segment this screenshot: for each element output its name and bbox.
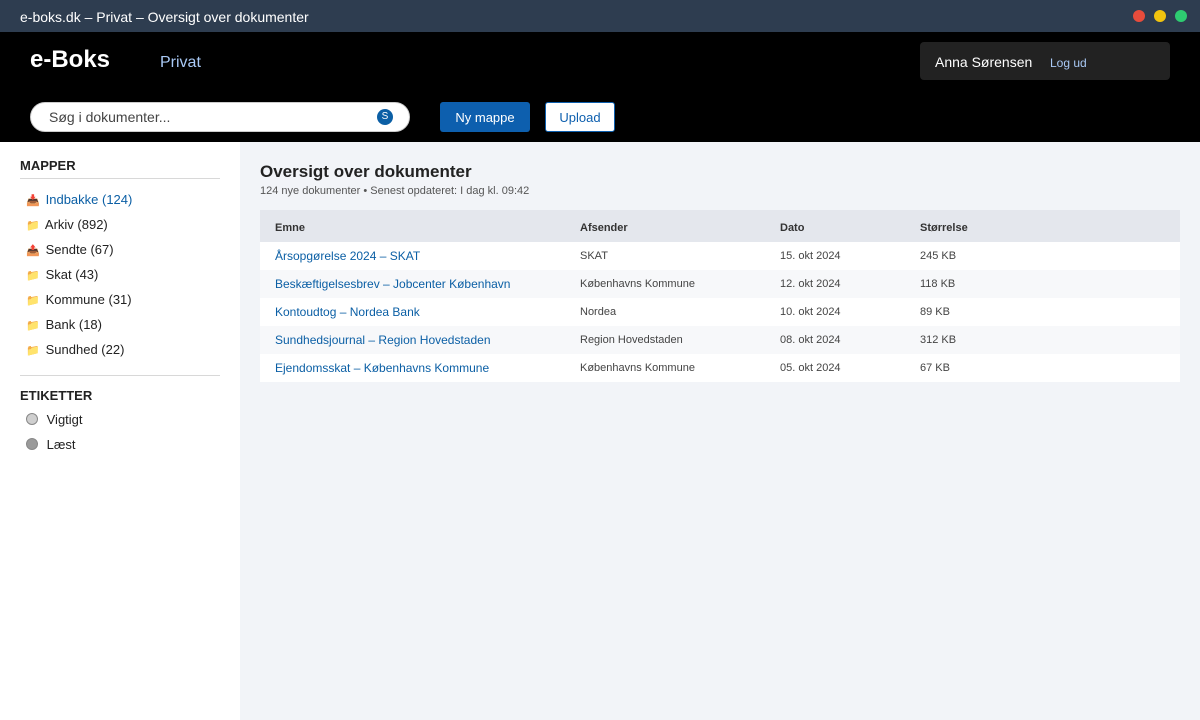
document-date: 15. okt 2024 [780,250,841,262]
sidebar-item-label: Kommune (31) [45,292,132,307]
sidebar-item-label: Vigtigt [46,412,83,427]
tag-dot-icon [26,413,38,425]
documents-table: Emne Afsender Dato Størrelse Årsopgørels… [260,210,1180,382]
column-header-date[interactable]: Dato [780,222,804,234]
folder-icon: 📁 [26,270,40,282]
sidebar-item-bank[interactable]: 📁 Bank (18) [24,317,102,337]
sidebar-item-archive[interactable]: 📁 Arkiv (892) [24,217,108,237]
table-row[interactable]: Beskæftigelsesbrev – Jobcenter København… [260,270,1180,298]
tags-heading: ETIKETTER [20,388,93,403]
search-icon[interactable]: S [377,109,393,125]
search-box: S [30,102,410,132]
tag-dot-icon [26,438,38,450]
folder-icon: 📁 [26,220,40,232]
sidebar-item-label: Skat (43) [45,267,99,282]
folder-icon: 📁 [26,345,40,357]
sidebar-item-label: Arkiv (892) [44,217,108,232]
document-size: 312 KB [920,334,957,346]
sent-icon: 📤 [26,245,40,257]
table-row[interactable]: Årsopgørelse 2024 – SKAT SKAT 15. okt 20… [260,242,1180,270]
document-date: 10. okt 2024 [780,306,841,318]
document-subject-link[interactable]: Ejendomsskat – Københavns Kommune [275,361,489,375]
document-size: 89 KB [920,306,950,318]
sidebar-tag-important[interactable]: Vigtigt [24,412,83,432]
table-row[interactable]: Kontoudtog – Nordea Bank Nordea 10. okt … [260,298,1180,326]
table-row[interactable]: Sundhedsjournal – Region Hovedstaden Reg… [260,326,1180,354]
sidebar-item-label: Sundhed (22) [45,342,125,357]
document-subject-link[interactable]: Beskæftigelsesbrev – Jobcenter København [275,277,510,291]
document-subject-link[interactable]: Kontoudtog – Nordea Bank [275,305,420,319]
main-content: Oversigt over dokumenter 124 nye dokumen… [240,142,1200,720]
window-title: e-boks.dk – Privat – Oversigt over dokum… [20,9,309,25]
document-sender: SKAT [580,250,608,262]
document-subject-link[interactable]: Sundhedsjournal – Region Hovedstaden [275,333,491,347]
sidebar-item-inbox[interactable]: 📥 Indbakke (124) [24,192,132,212]
logout-link[interactable]: Log ud [1050,56,1087,70]
upload-button[interactable]: Upload [545,102,615,132]
document-sender: Region Hovedstaden [580,334,683,346]
document-date: 08. okt 2024 [780,334,841,346]
document-size: 118 KB [920,278,956,290]
table-row[interactable]: Ejendomsskat – Københavns Kommune Københ… [260,354,1180,382]
document-sender: Nordea [580,306,617,318]
maximize-window-button[interactable] [1175,10,1187,22]
document-date: 12. okt 2024 [780,278,841,290]
inbox-icon: 📥 [26,195,40,207]
column-header-sender[interactable]: Afsender [580,222,628,234]
close-window-button[interactable] [1133,10,1145,22]
sidebar-tag-read[interactable]: Læst [24,437,76,457]
document-size: 245 KB [920,250,957,262]
sidebar-item-label: Læst [46,437,76,452]
column-header-subject[interactable]: Emne [275,222,305,234]
folder-icon: 📁 [26,295,40,307]
document-sender: Københavns Kommune [580,278,695,290]
column-header-size[interactable]: Størrelse [920,222,968,234]
sidebar: MAPPER 📥 Indbakke (124) 📁 Arkiv (892) 📤 … [0,142,240,720]
sidebar-item-label: Sendte (67) [45,242,114,257]
minimize-window-button[interactable] [1154,10,1166,22]
divider [20,375,220,376]
table-header: Emne Afsender Dato Størrelse [260,210,1180,242]
logo[interactable]: e-Boks [30,46,110,74]
new-folder-button[interactable]: Ny mappe [440,102,530,132]
user-name: Anna Sørensen [935,54,1033,70]
page-title: Oversigt over dokumenter [260,162,472,181]
sidebar-item-kommune[interactable]: 📁 Kommune (31) [24,292,132,312]
nav-private-link[interactable]: Privat [160,54,201,72]
app-header: e-Boks Privat Anna Sørensen Log ud S Ny … [0,32,1200,142]
document-sender: Københavns Kommune [580,362,695,374]
sidebar-item-skat[interactable]: 📁 Skat (43) [24,267,98,287]
window-titlebar: e-boks.dk – Privat – Oversigt over dokum… [0,0,1200,32]
sidebar-item-sent[interactable]: 📤 Sendte (67) [24,242,114,262]
sidebar-item-label: Bank (18) [45,317,102,332]
search-input[interactable] [49,108,369,126]
divider [20,178,220,179]
user-box: Anna Sørensen Log ud [920,42,1170,80]
folders-heading: MAPPER [20,158,76,173]
folder-icon: 📁 [26,320,40,332]
document-subject-link[interactable]: Årsopgørelse 2024 – SKAT [275,249,420,263]
document-size: 67 KB [920,362,950,374]
sidebar-item-sundhed[interactable]: 📁 Sundhed (22) [24,342,124,362]
sidebar-item-label: Indbakke (124) [45,192,133,207]
document-date: 05. okt 2024 [780,362,841,374]
page-subtitle: 124 nye dokumenter • Senest opdateret: I… [260,185,530,197]
